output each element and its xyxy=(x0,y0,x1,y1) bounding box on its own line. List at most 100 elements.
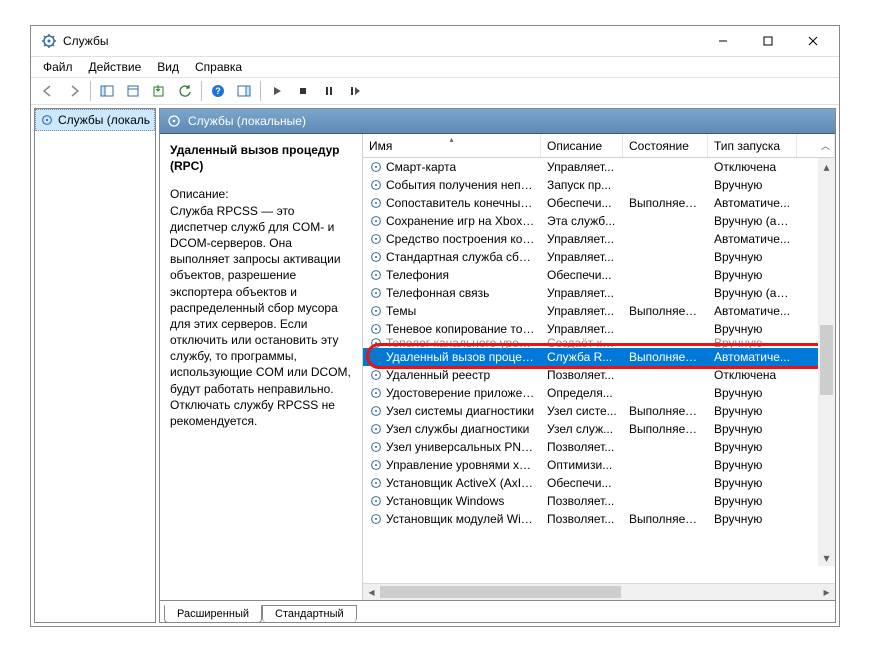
gear-icon xyxy=(369,160,383,174)
tab-standard[interactable]: Стандартный xyxy=(262,605,357,622)
service-desc: Управляет... xyxy=(541,250,623,264)
nav-back-button[interactable] xyxy=(36,79,60,103)
service-startup: Вручную xyxy=(708,458,797,472)
menubar: Файл Действие Вид Справка xyxy=(31,56,839,77)
service-name: Узел службы диагностики xyxy=(386,422,529,436)
gear-icon xyxy=(369,350,383,364)
service-row[interactable]: Телефонная связьУправляет...Вручную (ак.… xyxy=(363,284,835,302)
service-row[interactable]: Сохранение игр на Xbox Li... Эта служб...… xyxy=(363,212,835,230)
view-tabs: Расширенный Стандартный xyxy=(160,600,835,622)
service-name: Темы xyxy=(386,304,416,318)
service-startup: Автоматиче... xyxy=(708,232,797,246)
start-service-button[interactable] xyxy=(265,79,289,103)
menu-help[interactable]: Справка xyxy=(188,58,249,76)
rows-viewport[interactable]: Смарт-картаУправляет...ОтключенаСобытия … xyxy=(363,158,835,583)
help-button[interactable]: ? xyxy=(206,79,230,103)
service-row[interactable]: Сопоставитель конечных ...Обеспечи...Вып… xyxy=(363,194,835,212)
service-name: Узел универсальных PNP-... xyxy=(386,440,535,454)
column-name[interactable]: Имя▴ xyxy=(363,134,541,157)
service-row[interactable]: События получения непо... Запуск пр... Вру… xyxy=(363,176,835,194)
vscroll-thumb[interactable] xyxy=(820,325,833,395)
column-state[interactable]: Состояние xyxy=(623,134,708,157)
service-startup: Вручную xyxy=(708,422,797,436)
pane-title: Службы (локальные) xyxy=(188,114,306,128)
service-row[interactable]: ТемыУправляет...ВыполняетсяАвтоматиче... xyxy=(363,302,835,320)
service-name: Теневое копирование тома xyxy=(386,322,535,336)
services-list: Имя▴ Описание Состояние Тип запуска ︿ См… xyxy=(363,134,835,600)
service-desc: Оптимизи... xyxy=(541,458,623,472)
close-button[interactable] xyxy=(790,26,835,56)
scroll-right-icon[interactable]: ▸ xyxy=(818,584,835,600)
minimize-button[interactable] xyxy=(700,26,745,56)
service-row[interactable]: Смарт-картаУправляет...Отключена xyxy=(363,158,835,176)
service-desc: Управляет... xyxy=(541,304,623,318)
gear-icon xyxy=(369,368,383,382)
sort-asc-icon: ▴ xyxy=(449,135,453,144)
service-row[interactable]: Установщик ActiveX (AxIns...Обеспечи...В… xyxy=(363,474,835,492)
service-row[interactable]: Средство построения кон...Управляет...Ав… xyxy=(363,230,835,248)
service-row[interactable]: Удаленный вызов процеду...Служба R...Вып… xyxy=(363,348,835,366)
horizontal-scrollbar[interactable]: ◂ ▸ xyxy=(363,583,835,600)
service-row[interactable]: Управление уровнями хра...Оптимизи...Вру… xyxy=(363,456,835,474)
scroll-down-icon[interactable]: ▾ xyxy=(818,549,835,566)
stop-service-button[interactable] xyxy=(291,79,315,103)
service-desc: Создаёт ка... xyxy=(541,336,623,350)
tab-extended[interactable]: Расширенный xyxy=(164,605,262,623)
vertical-scrollbar[interactable]: ▴ ▾ xyxy=(818,158,835,566)
service-row[interactable]: Узел службы диагностикиУзел служ...Выпол… xyxy=(363,420,835,438)
menu-action[interactable]: Действие xyxy=(82,58,149,76)
tree-root-label: Службы (локаль xyxy=(58,113,150,127)
description-text: Служба RPCSS — это диспетчер служб для C… xyxy=(170,203,352,430)
refresh-button[interactable] xyxy=(173,79,197,103)
menu-view[interactable]: Вид xyxy=(150,58,186,76)
service-name: Сохранение игр на Xbox Li... xyxy=(386,214,535,228)
service-row[interactable]: Тополог канального уровняСоздаёт ка...Вр… xyxy=(363,338,835,348)
service-desc: Эта служб... xyxy=(541,214,623,228)
service-row[interactable]: Удаленный реестрПозволяет...Отключена xyxy=(363,366,835,384)
svg-text:?: ? xyxy=(215,86,221,96)
service-row[interactable]: ТелефонияОбеспечи...Вручную xyxy=(363,266,835,284)
gear-icon xyxy=(369,440,383,454)
gear-icon xyxy=(369,336,383,350)
service-row[interactable]: Стандартная служба сбор...Управляет...Вр… xyxy=(363,248,835,266)
chevron-up-icon[interactable]: ︿ xyxy=(821,139,830,152)
column-description[interactable]: Описание xyxy=(541,134,623,157)
service-row[interactable]: Узел системы диагностикиУзел систе...Вып… xyxy=(363,402,835,420)
service-startup: Вручную (ак... xyxy=(708,214,797,228)
service-name: События получения непо... xyxy=(386,178,535,192)
service-startup: Автоматиче... xyxy=(708,196,797,210)
menu-file[interactable]: Файл xyxy=(36,58,80,76)
service-name: Установщик модулей Win... xyxy=(386,512,535,526)
nav-forward-button[interactable] xyxy=(62,79,86,103)
scroll-left-icon[interactable]: ◂ xyxy=(363,584,380,600)
properties-button[interactable] xyxy=(121,79,145,103)
service-row[interactable]: Установщик модулей Win...Позволяет...Вып… xyxy=(363,510,835,528)
toolbar: ? xyxy=(31,77,839,105)
scroll-up-icon[interactable]: ▴ xyxy=(818,158,835,175)
service-startup: Отключена xyxy=(708,368,797,382)
service-row[interactable]: Удостоверение приложенияОпределя...Вручн… xyxy=(363,384,835,402)
service-startup: Вручную xyxy=(708,386,797,400)
services-app-icon xyxy=(41,33,57,49)
tree-root-services[interactable]: Службы (локаль xyxy=(35,109,155,131)
service-row[interactable]: Узел универсальных PNP-...Позволяет...Вр… xyxy=(363,438,835,456)
column-startup[interactable]: Тип запуска xyxy=(708,134,797,157)
pane-header: Службы (локальные) xyxy=(160,109,835,134)
service-desc: Запуск пр... xyxy=(541,178,623,192)
service-row[interactable]: Установщик WindowsПозволяет...Вручную xyxy=(363,492,835,510)
maximize-button[interactable] xyxy=(745,26,790,56)
selected-service-name: Удаленный вызов процедур (RPC) xyxy=(170,142,352,174)
export-list-button[interactable] xyxy=(147,79,171,103)
service-startup: Вручную xyxy=(708,178,797,192)
show-hide-action-pane-button[interactable] xyxy=(232,79,256,103)
restart-service-button[interactable] xyxy=(343,79,367,103)
service-startup: Вручную xyxy=(708,476,797,490)
pause-service-button[interactable] xyxy=(317,79,341,103)
console-tree[interactable]: Службы (локаль xyxy=(34,108,156,623)
service-desc: Обеспечи... xyxy=(541,268,623,282)
gear-icon xyxy=(369,512,383,526)
show-hide-tree-button[interactable] xyxy=(95,79,119,103)
service-state: Выполняется xyxy=(623,350,708,364)
service-name: Средство построения кон... xyxy=(386,232,535,246)
hscroll-thumb[interactable] xyxy=(380,586,621,598)
